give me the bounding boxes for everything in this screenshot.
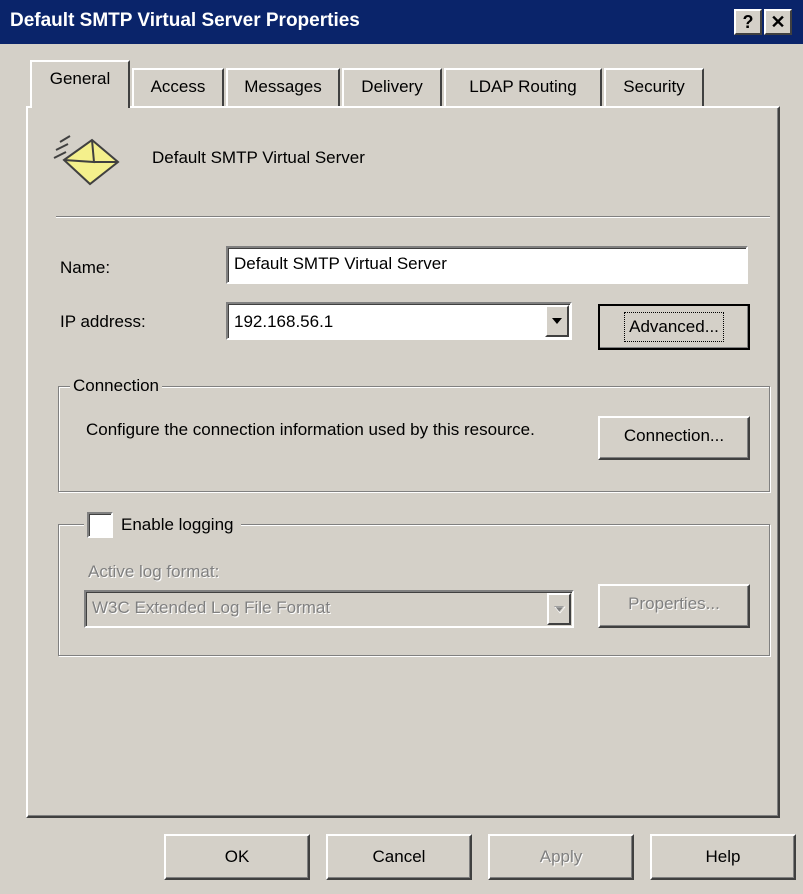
log-format-select[interactable]: W3C Extended Log File Format <box>84 590 574 628</box>
connection-button[interactable]: Connection... <box>598 416 750 460</box>
connection-description: Configure the connection information use… <box>86 420 535 439</box>
help-button-label: Help <box>705 847 741 866</box>
logging-group-header: Enable logging <box>84 512 242 538</box>
properties-button[interactable]: Properties... <box>598 584 750 628</box>
chevron-down-icon <box>552 318 562 324</box>
properties-button-label: Properties... <box>628 594 720 613</box>
title-bar[interactable]: Default SMTP Virtual Server Properties ?… <box>0 0 803 44</box>
advanced-button[interactable]: Advanced... <box>598 304 750 350</box>
connection-button-label: Connection... <box>623 426 725 445</box>
ip-dropdown-button[interactable] <box>545 305 569 337</box>
ip-address-select[interactable]: 192.168.56.1 <box>226 302 572 340</box>
close-button[interactable]: ✕ <box>764 9 792 35</box>
server-header-text: Default SMTP Virtual Server <box>152 148 365 167</box>
tab-security[interactable]: Security <box>604 68 704 106</box>
tab-delivery[interactable]: Delivery <box>342 68 442 106</box>
enable-logging-label[interactable]: Enable logging <box>121 515 233 535</box>
window-title: Default SMTP Virtual Server Properties <box>10 10 360 31</box>
header-divider <box>56 216 770 218</box>
log-format-dropdown-button[interactable] <box>547 593 571 625</box>
apply-button[interactable]: Apply <box>488 834 634 880</box>
connection-group-label: Connection <box>70 376 163 396</box>
tab-general-label: General <box>49 69 111 88</box>
tab-ldap-routing-label: LDAP Routing <box>469 77 577 96</box>
log-format-label: Active log format: <box>88 562 220 581</box>
name-label: Name: <box>60 258 111 277</box>
log-format-value: W3C Extended Log File Format <box>92 598 331 617</box>
help-question-button[interactable]: ? <box>734 9 762 35</box>
tab-messages-label: Messages <box>244 77 322 96</box>
enable-logging-checkbox[interactable] <box>87 512 113 538</box>
tab-general[interactable]: General <box>30 60 130 108</box>
close-icon: ✕ <box>770 12 786 32</box>
chevron-down-icon <box>554 606 566 614</box>
help-button[interactable]: Help <box>650 834 796 880</box>
tab-access-label: Access <box>150 77 206 96</box>
tab-delivery-label: Delivery <box>361 77 423 96</box>
tab-ldap-routing[interactable]: LDAP Routing <box>444 68 602 106</box>
ip-address-value: 192.168.56.1 <box>234 312 334 331</box>
name-input-value: Default SMTP Virtual Server <box>234 254 447 273</box>
tab-access[interactable]: Access <box>132 68 224 106</box>
envelope-icon <box>52 132 122 188</box>
cancel-button-label: Cancel <box>372 847 426 866</box>
ip-address-label: IP address: <box>60 312 146 331</box>
tab-messages[interactable]: Messages <box>226 68 340 106</box>
name-input[interactable]: Default SMTP Virtual Server <box>226 246 748 284</box>
apply-button-label: Apply <box>539 847 583 866</box>
cancel-button[interactable]: Cancel <box>326 834 472 880</box>
advanced-button-label: Advanced... <box>624 312 724 342</box>
ok-button-label: OK <box>224 847 250 866</box>
ok-button[interactable]: OK <box>164 834 310 880</box>
tab-security-label: Security <box>623 77 685 96</box>
